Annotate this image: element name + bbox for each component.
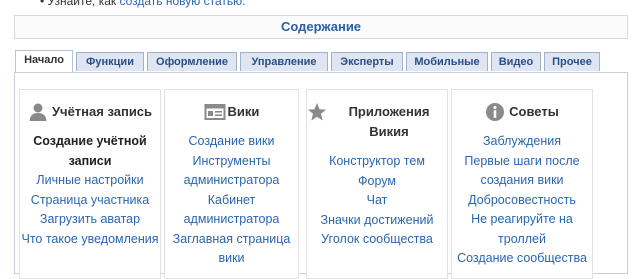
link-main-page[interactable]: Заглавная страница вики	[165, 230, 298, 269]
tab-video[interactable]: Видео	[491, 52, 541, 71]
apps-links: Конструктор тем Форум Чат Значки достиже…	[307, 152, 447, 250]
list-item-text: • Узнайте, как	[40, 0, 120, 8]
column-title: Вики	[227, 104, 260, 119]
column-title: Советы	[509, 104, 559, 119]
contents-header[interactable]: Содержание	[14, 15, 628, 39]
link-good-faith[interactable]: Добросовестность	[452, 191, 592, 211]
link-admin-tools[interactable]: Инструменты администратора	[165, 152, 298, 191]
tab-label: Эксперты	[340, 56, 394, 68]
tab-start[interactable]: Начало	[15, 50, 73, 72]
link-user-page[interactable]: Страница участника	[20, 191, 160, 211]
account-links: Создание учётной записи Личные настройки…	[20, 132, 160, 249]
link-building-community[interactable]: Создание сообщества	[452, 249, 592, 269]
link-notifications[interactable]: Что такое уведомления	[20, 230, 160, 250]
tab-label: Управление	[251, 56, 317, 68]
apps-column: Приложения Викия Конструктор тем Форум Ч…	[306, 89, 448, 279]
info-icon	[485, 102, 505, 122]
contents-title: Содержание	[280, 19, 362, 34]
link-misconceptions[interactable]: Заблуждения	[452, 132, 592, 152]
previous-list-item: • Узнайте, как создать новую статью.	[40, 0, 245, 8]
link-theme-designer[interactable]: Конструктор тем	[307, 152, 447, 172]
user-icon	[28, 102, 48, 122]
link-admin-dashboard[interactable]: Кабинет администратора	[165, 191, 298, 230]
link-create-wiki[interactable]: Создание вики	[165, 132, 298, 152]
tab-mobile[interactable]: Мобильные	[406, 52, 488, 71]
account-column: Учётная запись Создание учётной записи Л…	[19, 89, 161, 279]
tab-label: Оформление	[156, 56, 228, 68]
link-dont-feed-trolls[interactable]: Не реагируйте на троллей	[452, 210, 592, 249]
link-forum[interactable]: Форум	[307, 172, 447, 192]
star-icon	[307, 102, 327, 122]
current-page-item: Создание учётной записи	[33, 134, 147, 168]
link-badges[interactable]: Значки достижений	[307, 211, 447, 231]
window-icon	[204, 102, 226, 122]
tips-column: Советы Заблуждения Первые шаги после соз…	[451, 89, 593, 279]
wiki-heading: Вики	[165, 102, 298, 122]
tab-experts[interactable]: Эксперты	[331, 52, 403, 71]
tab-label: Прочее	[552, 56, 592, 68]
tab-panel: Учётная запись Создание учётной записи Л…	[14, 72, 628, 279]
column-title: Приложения Викия	[348, 104, 430, 139]
column-title: Учётная запись	[51, 104, 153, 119]
link-upload-avatar[interactable]: Загрузить аватар	[20, 210, 160, 230]
apps-heading: Приложения Викия	[307, 102, 447, 142]
link-chat[interactable]: Чат	[307, 191, 447, 211]
tab-features[interactable]: Функции	[76, 52, 144, 71]
tips-links: Заблуждения Первые шаги после создания в…	[452, 132, 592, 269]
link-community-corner[interactable]: Уголок сообщества	[307, 230, 447, 250]
tips-heading: Советы	[452, 102, 592, 122]
tab-other[interactable]: Прочее	[544, 52, 600, 71]
wiki-links: Создание вики Инструменты администратора…	[165, 132, 298, 269]
link-first-steps[interactable]: Первые шаги после создания вики	[452, 152, 592, 191]
link-personal-settings[interactable]: Личные настройки	[20, 171, 160, 191]
create-article-link[interactable]: создать новую статью.	[119, 0, 245, 8]
tab-design[interactable]: Оформление	[147, 52, 237, 71]
tab-management[interactable]: Управление	[240, 52, 328, 71]
tab-label: Мобильные	[414, 56, 480, 68]
tab-label: Функции	[86, 56, 134, 68]
wiki-column: Вики Создание вики Инструменты администр…	[164, 89, 299, 279]
account-heading: Учётная запись	[20, 102, 160, 122]
tab-label: Начало	[24, 54, 64, 66]
tab-label: Видео	[498, 56, 534, 68]
